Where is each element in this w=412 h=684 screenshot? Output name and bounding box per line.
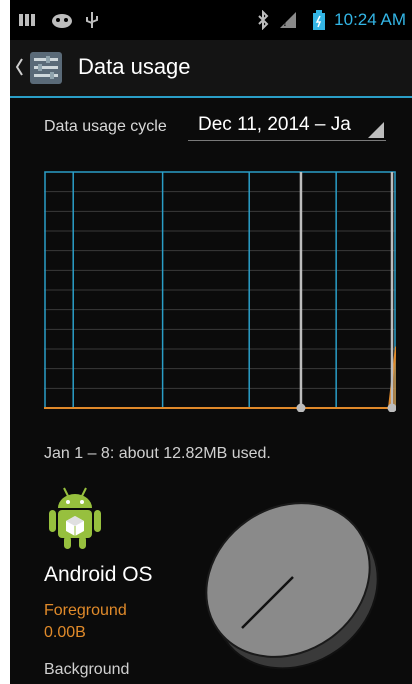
pie-slice: [205, 502, 371, 658]
android-debug-icon: [52, 14, 72, 28]
status-left-icons: [18, 10, 100, 30]
usage-chart-svg: [44, 171, 396, 412]
bluetooth-icon: [258, 10, 269, 30]
usage-pie-chart: [205, 502, 379, 670]
data-usage-settings-icon[interactable]: [28, 50, 64, 86]
cycle-value: Dec 11, 2014 – Ja: [198, 114, 351, 135]
foreground-label: Foreground: [44, 602, 127, 619]
app-name: Android OS: [44, 563, 153, 586]
svg-text:?: ?: [282, 15, 288, 29]
signal-icon: ?: [280, 12, 297, 29]
status-right-icons: ? 10:24 AM: [256, 10, 406, 30]
usb-icon: [86, 12, 98, 28]
usage-chart[interactable]: [44, 168, 396, 412]
chart-selection-start-handle: [296, 403, 306, 412]
android-robot-icon: [49, 487, 101, 549]
cycle-label: Data usage cycle: [44, 118, 167, 135]
status-bar: ? 10:24 AM: [10, 0, 412, 40]
cycle-spinner[interactable]: Dec 11, 2014 – Ja: [188, 104, 386, 141]
chart-usage-line: [44, 346, 396, 409]
spinner-triangle-icon: [368, 122, 384, 138]
status-time: 10:24 AM: [334, 10, 406, 29]
notification-icon: [19, 14, 35, 26]
action-bar: Data usage: [10, 40, 412, 98]
background-label: Background: [44, 661, 130, 678]
back-chevron-icon[interactable]: [14, 56, 24, 78]
foreground-value: 0.00B: [44, 624, 86, 641]
usage-summary: Jan 1 – 8: about 12.82MB used.: [44, 445, 271, 462]
battery-icon: [313, 10, 326, 30]
page-title: Data usage: [78, 54, 191, 79]
phone-screen: ? 10:24 AM Data usage Data usage cycle D…: [10, 0, 412, 684]
